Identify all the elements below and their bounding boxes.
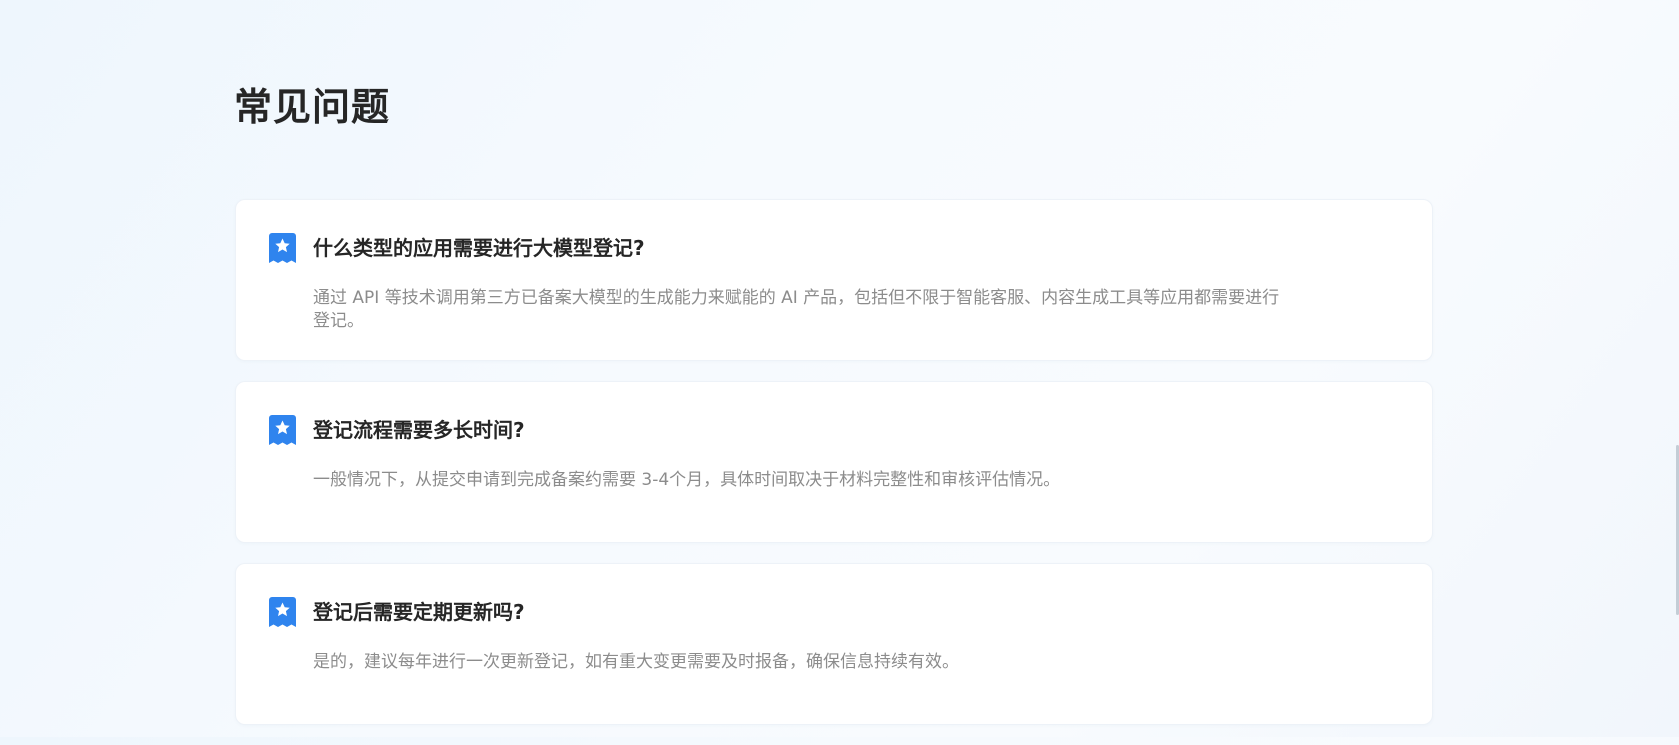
faq-question: 登记流程需要多长时间? [313,418,525,442]
faq-answer: 通过 API 等技术调用第三方已备案大模型的生成能力来赋能的 AI 产品，包括但… [313,288,1280,331]
faq-answer: 一般情况下，从提交申请到完成备案约需要 3-4个月，具体时间取决于材料完整性和审… [313,470,1061,490]
faq-item[interactable]: 登记后需要定期更新吗? 是的，建议每年进行一次更新登记，如有重大变更需要及时报备… [235,563,1433,725]
bookmark-star-icon [269,597,296,627]
faq-list: 什么类型的应用需要进行大模型登记? 通过 API 等技术调用第三方已备案大模型的… [235,199,1433,745]
bookmark-star-icon [269,415,296,445]
faq-question: 什么类型的应用需要进行大模型登记? [313,236,645,260]
bookmark-star-icon [269,233,296,263]
faq-question: 登记后需要定期更新吗? [313,600,525,624]
page-title: 常见问题 [234,85,391,129]
faq-item[interactable]: 登记流程需要多长时间? 一般情况下，从提交申请到完成备案约需要 3-4个月，具体… [235,381,1433,543]
faq-item[interactable]: 什么类型的应用需要进行大模型登记? 通过 API 等技术调用第三方已备案大模型的… [235,199,1433,361]
faq-answer: 是的，建议每年进行一次更新登记，如有重大变更需要及时报备，确保信息持续有效。 [313,652,959,672]
